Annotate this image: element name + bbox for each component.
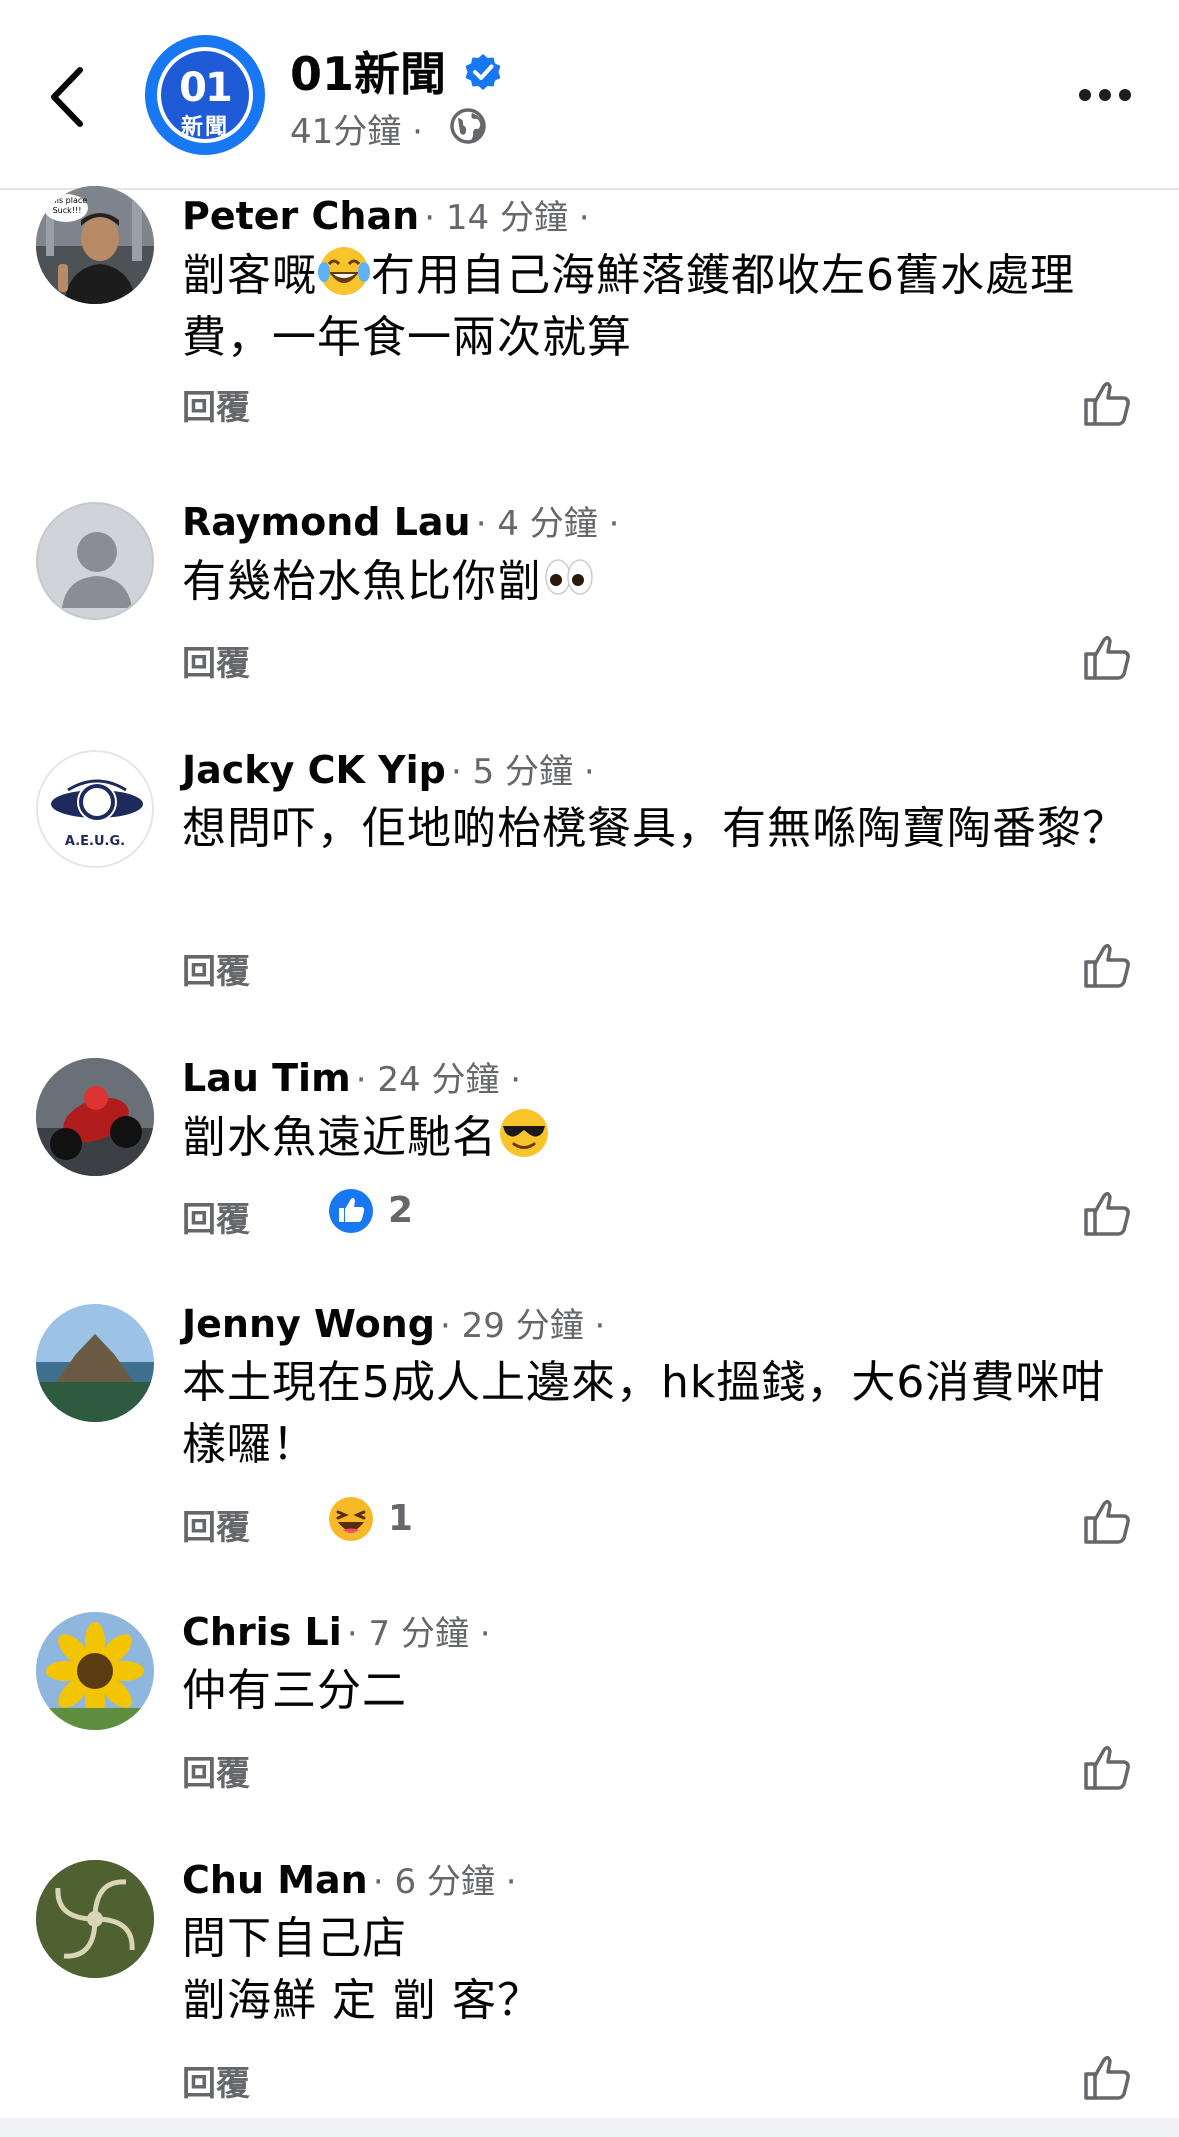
comment-author[interactable]: Chris Li bbox=[182, 1610, 342, 1654]
comment-item: Raymond Lau · 4 分鐘 · 有幾枱水魚比你劏 回覆 bbox=[0, 500, 1179, 702]
back-button[interactable] bbox=[40, 62, 100, 132]
chevron-left-icon bbox=[51, 67, 83, 127]
verified-badge-icon bbox=[465, 54, 501, 90]
post-header: 01 新聞 01新聞 41分鐘 · bbox=[0, 0, 1179, 190]
comment-author[interactable]: Peter Chan bbox=[182, 194, 419, 238]
avatar[interactable] bbox=[36, 1304, 154, 1422]
comment-text-line: 問下自己店 bbox=[182, 1913, 407, 1964]
comment-time: · 24 分鐘 · bbox=[355, 1060, 522, 1100]
comment-time: · 6 分鐘 · bbox=[372, 1862, 517, 1902]
comment-text-line: 劏海鮮 定 劏 客？ bbox=[182, 1975, 542, 2026]
comment-time: · 29 分鐘 · bbox=[440, 1306, 606, 1346]
meta-separator: · bbox=[412, 112, 423, 152]
globe-icon bbox=[450, 108, 486, 144]
avatar-label: A.E.U.G. bbox=[64, 834, 126, 849]
comment-item: A.E.U.G. Jacky CK Yip · 5 分鐘 · 想問吓，佢地啲枱櫈… bbox=[0, 748, 1179, 1000]
bottom-bar bbox=[0, 2118, 1179, 2137]
comment-text: 仲有三分二 bbox=[182, 1665, 407, 1716]
thumbs-up-icon[interactable] bbox=[1082, 940, 1132, 990]
dot-icon bbox=[1079, 89, 1091, 101]
reply-button[interactable]: 回覆 bbox=[182, 2056, 250, 2105]
avatar[interactable] bbox=[36, 1860, 154, 1978]
comment-author[interactable]: Jenny Wong bbox=[182, 1302, 435, 1346]
comment-author[interactable]: Lau Tim bbox=[182, 1056, 351, 1100]
like-reaction-icon bbox=[329, 1189, 373, 1233]
comment-text: 問下自己店 劏海鮮 定 劏 客？ bbox=[182, 1908, 1142, 2032]
page-avatar[interactable]: 01 新聞 bbox=[145, 35, 265, 155]
comment-author[interactable]: Jacky CK Yip bbox=[182, 748, 446, 792]
thumbs-up-icon[interactable] bbox=[1082, 1188, 1132, 1238]
eyes-emoji-icon bbox=[545, 559, 593, 595]
thumbs-up-icon[interactable] bbox=[1082, 1496, 1132, 1546]
dot-icon bbox=[1119, 89, 1131, 101]
comment-text-part: 劏客嘅 bbox=[182, 250, 317, 301]
more-options-button[interactable] bbox=[1075, 80, 1135, 110]
joy-emoji-icon bbox=[318, 247, 370, 295]
thumbs-up-icon[interactable] bbox=[1082, 378, 1132, 428]
reply-button[interactable]: 回覆 bbox=[182, 1192, 250, 1241]
comment-author[interactable]: Chu Man bbox=[182, 1858, 368, 1902]
avatar[interactable] bbox=[36, 1058, 154, 1176]
comment-item: Jenny Wong · 29 分鐘 · 本土現在5成人上邊來，hk搵錢，大6消… bbox=[0, 1302, 1179, 1554]
post-meta: 41分鐘 · bbox=[290, 104, 423, 153]
page-name[interactable]: 01新聞 bbox=[290, 38, 446, 104]
comment-text: 劏水魚遠近馳名 bbox=[182, 1106, 1142, 1169]
comment-time: · 14 分鐘 · bbox=[424, 198, 590, 238]
comment-text: 想問吓，佢地啲枱櫈餐具，有無喺陶寶陶番黎？ bbox=[182, 803, 1127, 854]
comment-text: 有幾枱水魚比你劏 bbox=[182, 550, 1142, 613]
post-time: 41分鐘 bbox=[290, 112, 402, 152]
reply-button[interactable]: 回覆 bbox=[182, 944, 250, 993]
logo-text: 新聞 bbox=[180, 115, 229, 140]
comment-time: · 7 分鐘 · bbox=[346, 1614, 491, 1654]
comment-text: 本土現在5成人上邊來，hk搵錢，大6消費咪咁樣囉！ bbox=[182, 1357, 1106, 1470]
haha-reaction-icon bbox=[329, 1497, 373, 1541]
comment-author[interactable]: Raymond Lau bbox=[182, 500, 471, 544]
thumbs-up-icon[interactable] bbox=[1082, 2052, 1132, 2102]
comment-time: · 5 分鐘 · bbox=[450, 752, 595, 792]
avatar-speech-text: This place Suck!!! bbox=[46, 196, 88, 215]
reply-button[interactable]: 回覆 bbox=[182, 636, 250, 685]
logo-number: 01 bbox=[179, 65, 233, 111]
avatar[interactable]: This place Suck!!! bbox=[36, 186, 154, 304]
dot-icon bbox=[1099, 89, 1111, 101]
reaction-count: 2 bbox=[388, 1190, 414, 1231]
reply-button[interactable]: 回覆 bbox=[182, 1500, 250, 1549]
sunglasses-emoji-icon bbox=[500, 1109, 548, 1157]
comment-time: · 4 分鐘 · bbox=[475, 504, 620, 544]
avatar[interactable] bbox=[36, 502, 154, 620]
comment-text-part: 劏水魚遠近馳名 bbox=[182, 1112, 497, 1163]
comment-item: Lau Tim · 24 分鐘 · 劏水魚遠近馳名 2 回覆 bbox=[0, 1056, 1179, 1258]
comment-item: Chris Li · 7 分鐘 · 仲有三分二 回覆 bbox=[0, 1610, 1179, 1812]
reaction-count: 1 bbox=[388, 1498, 414, 1539]
comment-item: This place Suck!!! Peter Chan · 14 分鐘 · … bbox=[0, 186, 1179, 446]
comment-text-part: 有幾枱水魚比你劏 bbox=[182, 556, 542, 607]
comment-item: Chu Man · 6 分鐘 · 問下自己店 劏海鮮 定 劏 客？ 回覆 bbox=[0, 1858, 1179, 2120]
avatar[interactable] bbox=[36, 1612, 154, 1730]
avatar[interactable]: A.E.U.G. bbox=[36, 750, 154, 868]
reply-button[interactable]: 回覆 bbox=[182, 380, 250, 429]
thumbs-up-icon[interactable] bbox=[1082, 632, 1132, 682]
comment-text: 劏客嘅 冇用自己海鮮落鑊都收左6舊水處理費，一年食一兩次就算 bbox=[182, 244, 1142, 369]
reply-button[interactable]: 回覆 bbox=[182, 1746, 250, 1795]
thumbs-up-icon[interactable] bbox=[1082, 1742, 1132, 1792]
